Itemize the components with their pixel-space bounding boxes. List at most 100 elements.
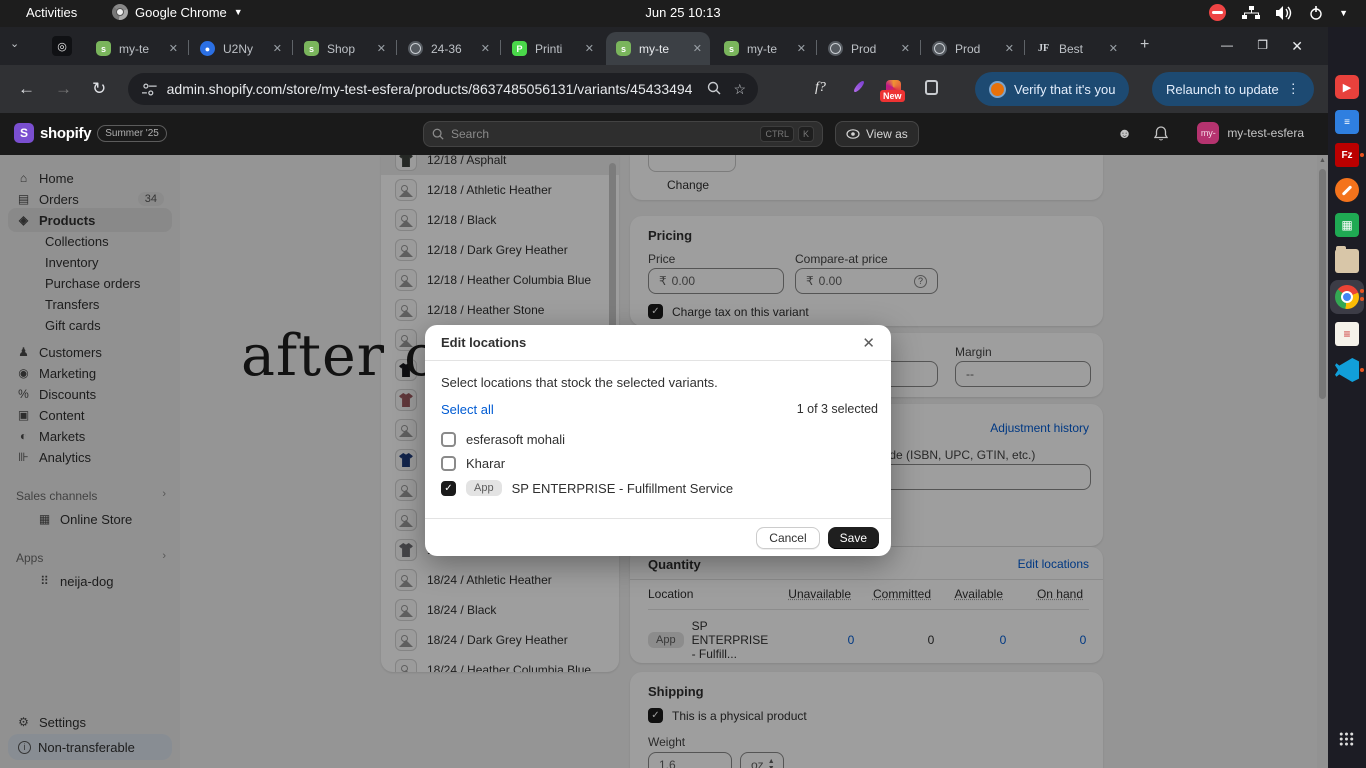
store-avatar: my-	[1197, 122, 1219, 144]
kebab-menu-icon[interactable]: ⋮	[1287, 81, 1300, 97]
tab-8[interactable]: Prod✕	[922, 32, 1022, 65]
tab-close-icon[interactable]: ✕	[797, 42, 806, 55]
restore-button[interactable]: ❐	[1257, 38, 1268, 52]
admin-search-input[interactable]: Search CTRL K	[423, 121, 823, 147]
tab-0[interactable]: smy-te✕	[86, 32, 186, 65]
store-menu[interactable]: my- my-test-esfera	[1197, 122, 1304, 144]
pinned-tab[interactable]: ◎	[52, 36, 72, 56]
save-button[interactable]: Save	[828, 527, 879, 549]
show-applications-icon[interactable]: ●●●●●●●●●	[1335, 727, 1359, 751]
app-badge: App	[466, 480, 502, 496]
modal-close-icon[interactable]: ✕	[862, 334, 875, 352]
tab-3[interactable]: 24-36✕	[398, 32, 498, 65]
chrome-running-dot2	[1360, 297, 1364, 301]
eye-icon	[846, 129, 860, 139]
dock-chrome-icon[interactable]	[1335, 285, 1359, 309]
tab-close-icon[interactable]: ✕	[169, 42, 178, 55]
site-settings-icon[interactable]	[142, 83, 157, 96]
search-icon	[432, 128, 444, 140]
location-option-row[interactable]: ✓ App SP ENTERPRISE - Fulfillment Servic…	[441, 480, 733, 496]
tab-4[interactable]: PPrinti✕	[502, 32, 602, 65]
tab-close-icon[interactable]: ✕	[585, 42, 594, 55]
tab-close-icon[interactable]: ✕	[901, 42, 910, 55]
verify-button[interactable]: Verify that it's you	[975, 72, 1129, 106]
dock-spreadsheet-icon[interactable]: ▦	[1335, 213, 1359, 237]
chrome-running-dot	[1360, 289, 1364, 293]
system-tray: ▼	[1209, 4, 1348, 21]
tab-2[interactable]: sShop✕	[294, 32, 394, 65]
search-in-page-icon[interactable]	[707, 81, 721, 98]
forward-icon[interactable]: →	[55, 79, 72, 99]
extension-gradient-icon[interactable]: New	[886, 80, 901, 95]
dock-text-editor-icon[interactable]: ≡	[1335, 110, 1359, 134]
new-tab-button[interactable]: +	[1140, 36, 1149, 54]
inbox-icon[interactable]: ☻	[1117, 125, 1132, 141]
shopify-admin: S shopify Summer '25 Search CTRL K View …	[0, 113, 1328, 768]
tab-search-icon[interactable]: ⌄	[10, 37, 19, 50]
location-checkbox[interactable]	[441, 456, 456, 471]
url-text: admin.shopify.com/store/my-test-esfera/p…	[167, 81, 694, 97]
shopify-favicon: s	[616, 41, 631, 56]
location-option-row[interactable]: esferasoft mohali	[441, 432, 565, 447]
back-icon[interactable]: ←	[18, 79, 35, 99]
edition-badge: Summer '25	[97, 125, 167, 142]
browser-toolbar: ← → ↻ admin.shopify.com/store/my-test-es…	[0, 65, 1328, 113]
cancel-button[interactable]: Cancel	[756, 527, 819, 549]
dock-draw-icon[interactable]	[1335, 178, 1359, 202]
modal-description: Select locations that stock the selected…	[441, 375, 718, 390]
view-as-button[interactable]: View as	[835, 121, 919, 147]
extension-feather-icon[interactable]	[852, 84, 866, 89]
dock-app-red-icon[interactable]: ▶	[1335, 75, 1359, 99]
tab-close-icon[interactable]: ✕	[273, 42, 282, 55]
dock-vscode-icon[interactable]	[1335, 358, 1359, 382]
tab-6[interactable]: smy-te✕	[714, 32, 814, 65]
location-checkbox-checked[interactable]: ✓	[441, 481, 456, 496]
location-checkbox[interactable]	[441, 432, 456, 447]
tab-strip: ⌄ ◎ smy-te✕ ●U2Ny✕ sShop✕ 24-36✕ PPrinti…	[0, 27, 1328, 65]
shopify-favicon: s	[96, 41, 111, 56]
tab-9[interactable]: JFBest✕	[1026, 32, 1126, 65]
printify-favicon: P	[512, 41, 527, 56]
dock-files-icon[interactable]	[1335, 249, 1359, 273]
filezilla-running-dot	[1360, 153, 1364, 157]
globe-favicon	[932, 41, 947, 56]
k-key-badge: K	[798, 126, 814, 142]
ctrl-key-badge: CTRL	[760, 126, 794, 142]
tab-close-icon[interactable]: ✕	[1005, 42, 1014, 55]
tab-active[interactable]: smy-te✕	[606, 32, 710, 65]
dock: ▶ ≡ Fz ▦ ●●●●●●●●●	[1328, 27, 1366, 768]
volume-icon[interactable]	[1276, 6, 1293, 20]
tray-caret-icon[interactable]: ▼	[1339, 8, 1348, 18]
extension-fx-icon[interactable]: f?	[815, 80, 826, 96]
extensions-icon[interactable]	[925, 80, 938, 95]
selected-count: 1 of 3 selected	[797, 402, 878, 416]
tab-7[interactable]: Prod✕	[818, 32, 918, 65]
dock-news-icon[interactable]	[1335, 322, 1359, 346]
modal-title: Edit locations	[441, 335, 526, 350]
tab-close-icon[interactable]: ✕	[1109, 42, 1118, 55]
power-icon[interactable]	[1309, 6, 1323, 20]
tab-1[interactable]: ●U2Ny✕	[190, 32, 290, 65]
tab-close-icon[interactable]: ✕	[377, 42, 386, 55]
search-placeholder: Search	[451, 127, 489, 141]
shopify-favicon: s	[304, 41, 319, 56]
reload-icon[interactable]: ↻	[92, 79, 106, 99]
dock-filezilla-icon[interactable]: Fz	[1335, 143, 1359, 167]
shopify-bag-icon: S	[14, 123, 34, 143]
network-icon[interactable]	[1242, 6, 1260, 20]
tab-close-icon[interactable]: ✕	[693, 42, 702, 55]
close-button[interactable]: ✕	[1291, 38, 1303, 55]
relaunch-button[interactable]: Relaunch to update ⋮	[1152, 72, 1314, 106]
shopify-logo[interactable]: S shopify Summer '25	[14, 123, 167, 143]
location-option-row[interactable]: Kharar	[441, 456, 505, 471]
address-bar[interactable]: admin.shopify.com/store/my-test-esfera/p…	[128, 73, 758, 105]
do-not-disturb-icon[interactable]	[1209, 4, 1226, 21]
select-all-link[interactable]: Select all	[441, 402, 494, 417]
u2ny-favicon: ●	[200, 41, 215, 56]
minimize-button[interactable]: —	[1221, 38, 1233, 52]
bookmark-star-icon[interactable]: ☆	[733, 81, 746, 98]
bell-icon[interactable]	[1154, 126, 1168, 141]
clock[interactable]: Jun 25 10:13	[0, 5, 1366, 20]
profile-alert-icon	[989, 81, 1006, 98]
tab-close-icon[interactable]: ✕	[481, 42, 490, 55]
